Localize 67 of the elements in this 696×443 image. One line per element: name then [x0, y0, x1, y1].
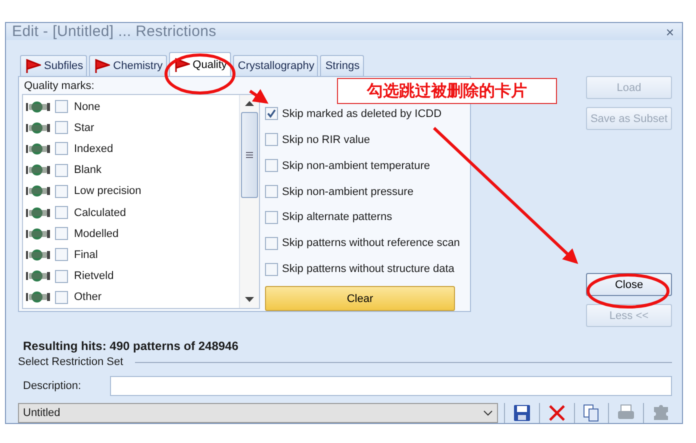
scroll-up-icon [245, 101, 254, 106]
logo-icon [25, 164, 51, 176]
checkbox[interactable] [265, 107, 278, 120]
field-label: Description: [23, 380, 82, 392]
description-field[interactable] [110, 376, 672, 396]
checkbox[interactable] [55, 142, 68, 156]
checkbox[interactable] [265, 236, 278, 250]
callout-text: 勾选跳过被删除的卡片 [337, 78, 557, 104]
tab[interactable]: Strings [320, 55, 364, 76]
checkbox[interactable] [55, 270, 68, 283]
list-item-label[interactable]: Other [74, 291, 102, 304]
option-label[interactable]: Skip patterns without structure data [282, 263, 454, 276]
checkbox[interactable] [55, 184, 68, 198]
tab[interactable]: Crystallography [232, 55, 318, 76]
highlight-circle [164, 54, 236, 94]
list-item-label[interactable]: Final [74, 248, 98, 261]
result-text: Resulting hits: 490 patterns of 248946 [22, 338, 240, 353]
save-icon [512, 403, 532, 423]
tab[interactable]: Subfiles [20, 55, 88, 76]
logo-icon [25, 122, 51, 134]
scrollbar[interactable] [239, 95, 259, 308]
checkbox[interactable] [55, 121, 68, 134]
checkbox[interactable] [265, 159, 278, 172]
logo-icon [25, 206, 51, 219]
list-item-label[interactable]: Rietveld [74, 270, 114, 282]
logo-icon [25, 228, 51, 240]
option-label[interactable]: Skip no RIR value [282, 134, 370, 146]
close-button[interactable]: × [666, 24, 674, 40]
clear-button[interactable]: Clear [265, 286, 455, 312]
list-label: Quality marks: [23, 79, 96, 94]
list-item-label[interactable]: Star [74, 122, 94, 134]
section-heading: Select Restriction Set [18, 356, 124, 368]
list-item-label[interactable]: Indexed [74, 142, 114, 155]
checkbox[interactable] [55, 100, 68, 114]
checkbox[interactable] [265, 185, 278, 198]
list-item-label[interactable]: Calculated [74, 206, 126, 219]
option-label[interactable]: Skip non-ambient temperature [282, 160, 430, 172]
chevron-icon [482, 410, 493, 416]
option-label[interactable]: Skip patterns without reference scan [282, 237, 460, 250]
checkbox[interactable] [55, 206, 68, 220]
list-item-label[interactable]: Low precision [74, 185, 142, 198]
restriction-set-dropdown[interactable]: Untitled [18, 403, 498, 423]
logo-icon [25, 142, 51, 155]
logo-icon [25, 100, 51, 113]
option-label[interactable]: Skip non-ambient pressure [282, 186, 414, 198]
checkbox[interactable] [55, 227, 68, 240]
checkbox[interactable] [55, 164, 68, 177]
logo-icon [25, 270, 51, 282]
checkbox[interactable] [55, 290, 68, 304]
tab[interactable]: Chemistry [89, 55, 167, 76]
checkbox[interactable] [265, 262, 278, 276]
logo-icon [25, 185, 51, 198]
scroll-thumb[interactable] [241, 112, 258, 198]
logo-icon [25, 248, 51, 261]
delete-icon [546, 403, 567, 423]
list-item-label[interactable]: None [74, 100, 100, 113]
list-item-label[interactable]: Blank [74, 164, 102, 176]
option-label[interactable]: Skip alternate patterns [282, 211, 392, 224]
checkbox[interactable] [265, 210, 278, 224]
checkbox[interactable] [265, 133, 278, 146]
arrow [249, 89, 268, 104]
option-label[interactable]: Skip marked as deleted by ICDD [282, 108, 442, 120]
scroll-down-icon [245, 297, 254, 302]
checkbox[interactable] [55, 248, 68, 262]
list-item-label[interactable]: Modelled [74, 228, 119, 240]
window-title: Edit - [Untitled] ... Restrictions [12, 23, 216, 40]
logo-icon [25, 291, 51, 304]
